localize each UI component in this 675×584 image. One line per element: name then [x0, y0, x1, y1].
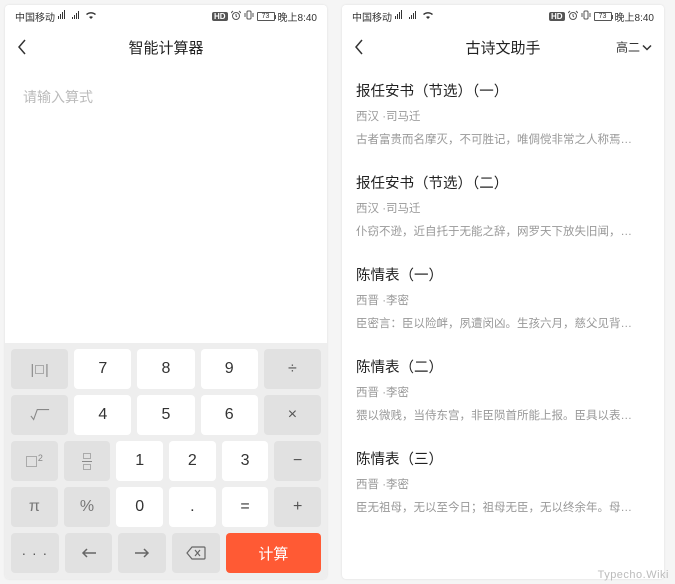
- key-dot[interactable]: .: [169, 487, 216, 527]
- status-bar: 中国移动 HD 73 晚上8:40: [342, 5, 664, 27]
- alarm-icon: [568, 10, 578, 23]
- chevron-down-icon: [642, 40, 652, 54]
- status-right: HD 73 晚上8:40: [549, 9, 654, 24]
- key-6[interactable]: 6: [201, 395, 258, 435]
- key-multiply[interactable]: ×: [264, 395, 321, 435]
- poem-title: 陈情表（一）: [356, 264, 650, 285]
- key-sqrt[interactable]: [11, 395, 68, 435]
- signal-icon: [408, 10, 419, 22]
- key-5[interactable]: 5: [137, 395, 194, 435]
- poem-header: 古诗文助手 高二: [342, 27, 664, 67]
- back-button[interactable]: [354, 39, 364, 55]
- alarm-icon: [231, 10, 241, 23]
- key-right-arrow[interactable]: [118, 533, 166, 573]
- input-placeholder: 请输入算式: [23, 89, 93, 105]
- key-8[interactable]: 8: [137, 349, 194, 389]
- vibrate-icon: [581, 10, 591, 23]
- key-3[interactable]: 3: [222, 441, 269, 481]
- watermark: Typecho.Wiki: [598, 569, 669, 581]
- poem-title: 报任安书（节选）（一）: [356, 80, 650, 101]
- list-item[interactable]: 陈情表（三） 西晋 ·李密 臣无祖母，无以至今日；祖母无臣，无以终余年。母…: [356, 435, 650, 527]
- poem-screen: 中国移动 HD 73 晚上8:40 古诗文助手: [342, 5, 664, 579]
- poem-title: 报任安书（节选）（二）: [356, 172, 650, 193]
- time-label: 晚上8:40: [615, 9, 654, 24]
- list-item[interactable]: 报任安书（节选）（一） 西汉 ·司马迁 古者富贵而名摩灭，不可胜记，唯倜傥非常之…: [356, 67, 650, 159]
- key-9[interactable]: 9: [201, 349, 258, 389]
- signal-icon: [71, 10, 82, 22]
- carrier-label: 中国移动: [15, 9, 55, 24]
- key-subtract[interactable]: −: [274, 441, 321, 481]
- key-add[interactable]: +: [274, 487, 321, 527]
- key-7[interactable]: 7: [74, 349, 131, 389]
- key-2[interactable]: 2: [169, 441, 216, 481]
- key-0[interactable]: 0: [116, 487, 163, 527]
- key-fraction[interactable]: [64, 441, 111, 481]
- vibrate-icon: [244, 10, 254, 23]
- key-divide[interactable]: ÷: [264, 349, 321, 389]
- key-square[interactable]: 2: [11, 441, 58, 481]
- page-title: 古诗文助手: [465, 37, 540, 58]
- grade-label: 高二: [616, 39, 640, 56]
- time-label: 晚上8:40: [278, 9, 317, 24]
- poem-title: 陈情表（三）: [356, 448, 650, 469]
- key-4[interactable]: 4: [74, 395, 131, 435]
- network-icon: [58, 10, 68, 22]
- calculator-header: 智能计算器: [5, 27, 327, 67]
- key-absolute[interactable]: ||: [11, 349, 68, 389]
- key-percent[interactable]: %: [64, 487, 111, 527]
- hd-badge: HD: [549, 12, 565, 21]
- battery-icon: 73: [257, 12, 275, 21]
- back-button[interactable]: [17, 39, 27, 55]
- key-left-arrow[interactable]: [65, 533, 113, 573]
- poem-excerpt: 臣无祖母，无以至今日；祖母无臣，无以终余年。母…: [356, 499, 650, 515]
- wifi-icon: [422, 10, 434, 22]
- grade-selector[interactable]: 高二: [616, 39, 652, 56]
- list-item[interactable]: 报任安书（节选）（二） 西汉 ·司马迁 仆窃不逊，近自托于无能之辞，网罗天下放失…: [356, 159, 650, 251]
- calculator-screen: 中国移动 HD 73 晚上8:40 智能计算器: [5, 5, 327, 579]
- wifi-icon: [85, 10, 97, 22]
- key-1[interactable]: 1: [116, 441, 163, 481]
- network-icon: [395, 10, 405, 22]
- key-more[interactable]: · · ·: [11, 533, 59, 573]
- list-item[interactable]: 陈情表（一） 西晋 ·李密 臣密言：臣以险衅，夙遭闵凶。生孩六月，慈父见背…: [356, 251, 650, 343]
- poem-excerpt: 猥以微贱，当侍东宫，非臣陨首所能上报。臣具以表…: [356, 407, 650, 423]
- status-left: 中国移动: [352, 9, 434, 24]
- status-left: 中国移动: [15, 9, 97, 24]
- poem-excerpt: 臣密言：臣以险衅，夙遭闵凶。生孩六月，慈父见背…: [356, 315, 650, 331]
- page-title: 智能计算器: [128, 37, 203, 58]
- status-bar: 中国移动 HD 73 晚上8:40: [5, 5, 327, 27]
- poem-author: 西汉 ·司马迁: [356, 108, 650, 124]
- poem-list[interactable]: 报任安书（节选）（一） 西汉 ·司马迁 古者富贵而名摩灭，不可胜记，唯倜傥非常之…: [342, 67, 664, 579]
- status-right: HD 73 晚上8:40: [212, 9, 317, 24]
- poem-author: 西汉 ·司马迁: [356, 200, 650, 216]
- carrier-label: 中国移动: [352, 9, 392, 24]
- list-item[interactable]: 陈情表（二） 西晋 ·李密 猥以微贱，当侍东宫，非臣陨首所能上报。臣具以表…: [356, 343, 650, 435]
- battery-icon: 73: [594, 12, 612, 21]
- key-calculate[interactable]: 计算: [226, 533, 321, 573]
- poem-author: 西晋 ·李密: [356, 476, 650, 492]
- key-equals[interactable]: =: [222, 487, 269, 527]
- poem-title: 陈情表（二）: [356, 356, 650, 377]
- poem-author: 西晋 ·李密: [356, 384, 650, 400]
- poem-author: 西晋 ·李密: [356, 292, 650, 308]
- key-pi[interactable]: π: [11, 487, 58, 527]
- poem-excerpt: 古者富贵而名摩灭，不可胜记，唯倜傥非常之人称焉…: [356, 131, 650, 147]
- poem-excerpt: 仆窃不逊，近自托于无能之辞，网罗天下放失旧闻，…: [356, 223, 650, 239]
- expression-input[interactable]: 请输入算式: [5, 67, 327, 343]
- key-backspace[interactable]: [172, 533, 220, 573]
- keypad: || 7 8 9 ÷ 4 5 6 × 2: [5, 343, 327, 579]
- hd-badge: HD: [212, 12, 228, 21]
